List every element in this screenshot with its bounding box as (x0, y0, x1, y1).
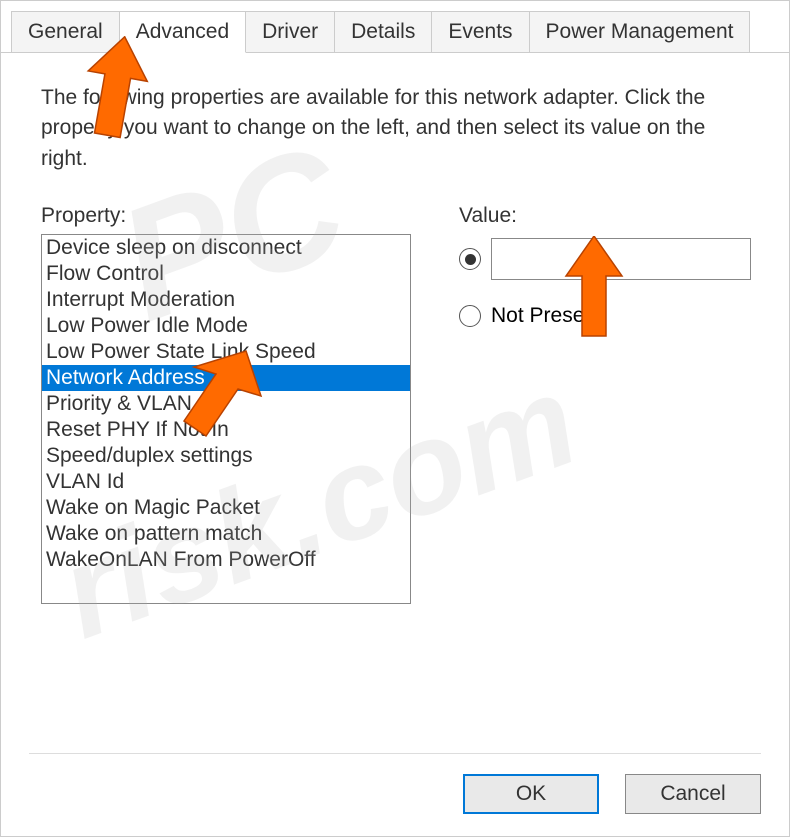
list-item[interactable]: Wake on Magic Packet (42, 495, 410, 521)
list-item[interactable]: Reset PHY If Not In (42, 417, 410, 443)
tab-details[interactable]: Details (334, 11, 432, 52)
list-item[interactable]: Flow Control (42, 261, 410, 287)
tab-label: Power Management (546, 20, 734, 43)
tab-driver[interactable]: Driver (245, 11, 335, 52)
list-item[interactable]: Interrupt Moderation (42, 287, 410, 313)
tab-general[interactable]: General (11, 11, 120, 52)
cancel-button[interactable]: Cancel (625, 774, 761, 814)
ok-button[interactable]: OK (463, 774, 599, 814)
tab-label: Driver (262, 20, 318, 43)
tab-power-management[interactable]: Power Management (529, 11, 751, 52)
list-item[interactable]: Speed/duplex settings (42, 443, 410, 469)
tab-advanced[interactable]: Advanced (119, 11, 246, 53)
list-item[interactable]: Wake on pattern match (42, 521, 410, 547)
list-item[interactable]: Low Power Idle Mode (42, 313, 410, 339)
description-text: The following properties are available f… (41, 83, 749, 174)
value-input[interactable] (491, 238, 751, 280)
button-label: OK (516, 782, 546, 806)
list-item[interactable]: Device sleep on disconnect (42, 235, 410, 261)
list-item[interactable]: Low Power State Link Speed (42, 339, 410, 365)
list-item-selected[interactable]: Network Address (42, 365, 410, 391)
tab-label: Events (448, 20, 512, 43)
list-item[interactable]: VLAN Id (42, 469, 410, 495)
list-item[interactable]: WakeOnLAN From PowerOff (42, 547, 410, 573)
radio-dot-icon (465, 254, 476, 265)
tab-content: The following properties are available f… (1, 53, 789, 634)
dialog-window: PC risk.com General Advanced Driver Deta… (0, 0, 790, 837)
button-label: Cancel (660, 782, 725, 806)
value-label: Value: (459, 204, 751, 228)
tab-bar: General Advanced Driver Details Events P… (1, 1, 789, 53)
not-present-radio[interactable] (459, 305, 481, 327)
tab-label: General (28, 20, 103, 43)
tab-events[interactable]: Events (431, 11, 529, 52)
list-item[interactable]: Priority & VLAN (42, 391, 410, 417)
dialog-footer: OK Cancel (29, 753, 761, 814)
not-present-label: Not Present (491, 304, 602, 328)
property-listbox[interactable]: Device sleep on disconnect Flow Control … (41, 234, 411, 604)
tab-label: Details (351, 20, 415, 43)
tab-label: Advanced (136, 20, 229, 43)
value-radio[interactable] (459, 248, 481, 270)
property-label: Property: (41, 204, 411, 228)
